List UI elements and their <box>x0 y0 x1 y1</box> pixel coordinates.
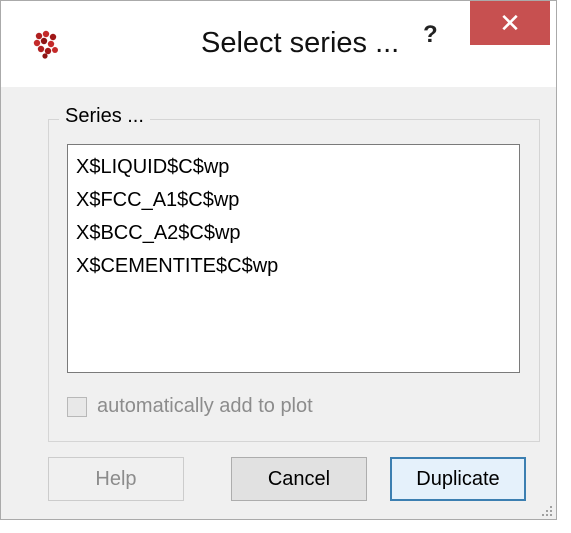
molecule-cluster-icon <box>31 29 61 59</box>
close-button[interactable]: ✕ <box>470 1 550 45</box>
auto-add-checkbox[interactable] <box>67 396 87 417</box>
cancel-button[interactable]: Cancel <box>231 457 367 501</box>
list-item[interactable]: X$FCC_A1$C$wp <box>76 184 519 217</box>
duplicate-button[interactable]: Duplicate <box>390 457 526 501</box>
auto-add-label: automatically add to plot <box>97 395 313 417</box>
title-bar[interactable]: Select series ... ? ✕ <box>1 1 556 87</box>
list-item[interactable]: X$LIQUID$C$wp <box>76 151 519 184</box>
window-title: Select series ... <box>201 27 400 59</box>
help-button[interactable]: Help <box>48 457 184 501</box>
select-series-dialog: Select series ... ? ✕ Series ... X$LIQUI… <box>0 0 557 520</box>
series-list[interactable]: X$LIQUID$C$wp X$FCC_A1$C$wp X$BCC_A2$C$w… <box>67 144 520 373</box>
list-item[interactable]: X$BCC_A2$C$wp <box>76 217 519 250</box>
resize-grip-icon[interactable] <box>539 503 553 517</box>
close-icon: ✕ <box>499 7 521 38</box>
context-help-button[interactable]: ? <box>423 21 438 49</box>
list-item[interactable]: X$CEMENTITE$C$wp <box>76 250 519 283</box>
series-group-title: Series ... <box>59 105 150 128</box>
auto-add-option[interactable]: automatically add to plot <box>67 395 313 418</box>
